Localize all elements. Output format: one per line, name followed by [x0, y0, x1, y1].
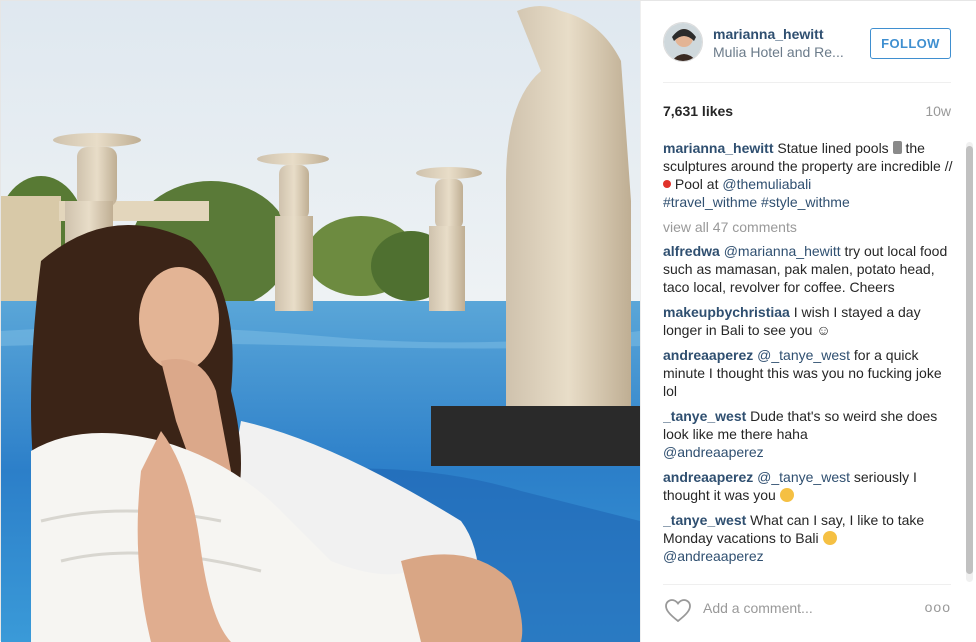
comment-author[interactable]: andreaaperez: [663, 347, 753, 363]
post-author-username[interactable]: marianna_hewitt: [713, 26, 823, 42]
comment: andreaaperez @_tanye_west seriously I th…: [663, 468, 953, 504]
comment-mention[interactable]: @_tanye_west: [757, 347, 850, 363]
comment: _tanye_west Dude that's so weird she doe…: [663, 407, 953, 461]
comments-scrollbar[interactable]: [966, 142, 973, 582]
post-age: 10w: [925, 103, 951, 119]
comment-author[interactable]: alfredwa: [663, 243, 720, 259]
post-footer: Add a comment... ooo: [663, 584, 951, 632]
caption: marianna_hewitt Statue lined pools the s…: [663, 139, 953, 211]
comments-list: marianna_hewitt Statue lined pools the s…: [663, 139, 953, 581]
comment-mention[interactable]: @marianna_hewitt: [724, 243, 841, 259]
more-options-icon[interactable]: ooo: [925, 599, 951, 615]
surprised-emoji-icon: [779, 488, 794, 502]
comment-author[interactable]: andreaaperez: [663, 469, 753, 485]
comment-author[interactable]: _tanye_west: [663, 512, 746, 528]
post-photo[interactable]: [1, 1, 640, 642]
comment: andreaaperez @_tanye_west for a quick mi…: [663, 346, 953, 400]
heart-icon[interactable]: [665, 599, 691, 623]
comment-author[interactable]: _tanye_west: [663, 408, 746, 424]
smirk-emoji-icon: [822, 531, 837, 545]
comment: makeupbychristiaa I wish I stayed a day …: [663, 303, 953, 339]
post-side-panel: marianna_hewitt Mulia Hotel and Re... FO…: [640, 1, 976, 642]
likes-count[interactable]: 7,631 likes: [663, 103, 733, 119]
view-all-comments-link[interactable]: view all 47 comments: [663, 218, 953, 236]
caption-text-3: Pool at: [671, 176, 723, 192]
instagram-post: marianna_hewitt Mulia Hotel and Re... FO…: [0, 0, 976, 642]
follow-button[interactable]: FOLLOW: [870, 28, 951, 59]
caption-text-1: Statue lined pools: [773, 140, 893, 156]
scrollbar-thumb[interactable]: [966, 146, 973, 574]
post-location[interactable]: Mulia Hotel and Re...: [713, 44, 863, 60]
statue-emoji-icon: [892, 141, 902, 154]
pin-emoji-icon: [663, 180, 671, 188]
caption-author[interactable]: marianna_hewitt: [663, 140, 773, 156]
comment-author[interactable]: makeupbychristiaa: [663, 304, 790, 320]
comment: _tanye_west What can I say, I like to ta…: [663, 511, 953, 565]
add-comment-input[interactable]: Add a comment...: [703, 600, 813, 616]
caption-mention[interactable]: @themuliabali: [722, 176, 811, 192]
avatar[interactable]: [663, 22, 703, 62]
comment-mention[interactable]: @andreaaperez: [663, 444, 764, 460]
avatar-image: [664, 23, 702, 61]
comment-mention[interactable]: @andreaaperez: [663, 548, 764, 564]
post-header: marianna_hewitt Mulia Hotel and Re... FO…: [663, 1, 951, 83]
post-meta: 7,631 likes 10w: [663, 101, 951, 121]
pool-photo-illustration: [1, 1, 640, 642]
comment: alfredwa @marianna_hewitt try out local …: [663, 242, 953, 296]
comment-mention[interactable]: @_tanye_west: [757, 469, 850, 485]
caption-hashtags[interactable]: #travel_withme #style_withme: [663, 194, 850, 210]
